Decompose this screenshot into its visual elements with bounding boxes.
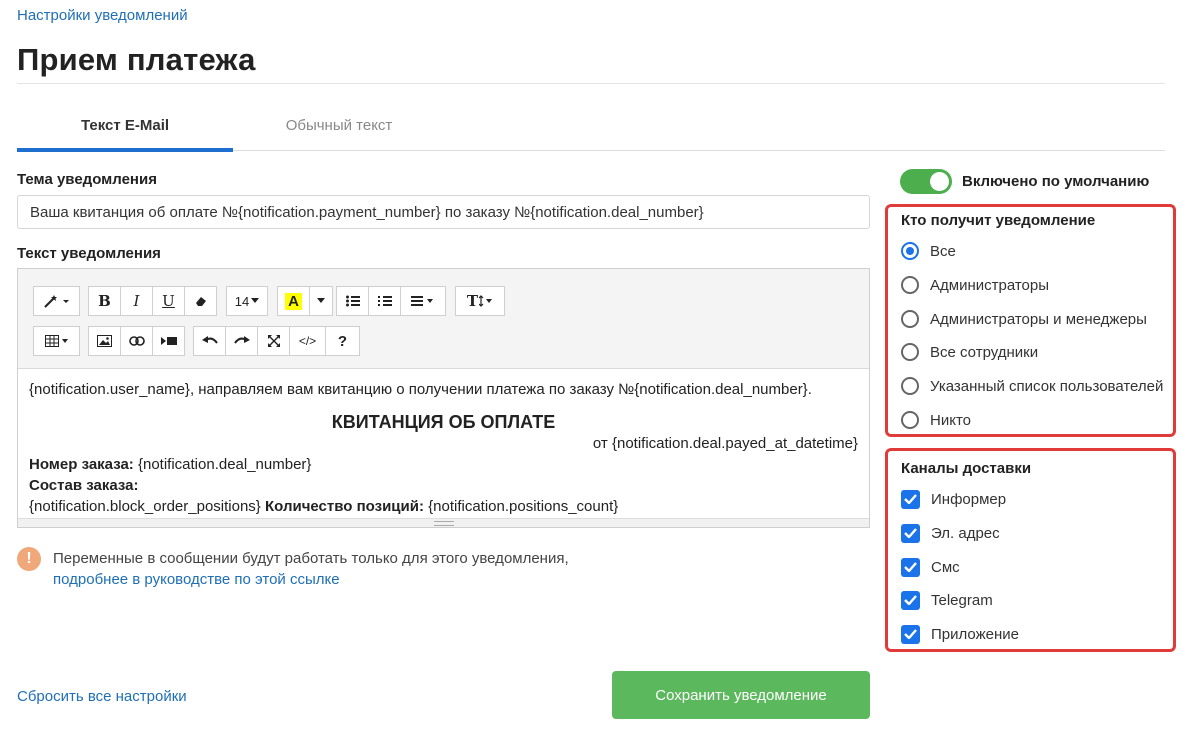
content-order-number: Номер заказа: {notification.deal_number}: [29, 454, 858, 475]
content-positions: {notification.block_order_positions} Кол…: [29, 496, 858, 517]
recipient-option-label: Администраторы: [930, 276, 1050, 294]
recipient-option-label: Никто: [930, 411, 971, 429]
channel-option-label: Приложение: [931, 625, 1019, 643]
text-height-icon[interactable]: T: [455, 286, 505, 316]
toggle-knob: [930, 172, 949, 191]
recipient-option-admins-managers[interactable]: Администраторы и менеджеры: [901, 308, 1147, 330]
underline-icon[interactable]: U: [152, 286, 185, 316]
highlight-letter: A: [285, 292, 302, 310]
channel-option-email[interactable]: Эл. адрес: [901, 522, 1000, 544]
editor-content[interactable]: {notification.user_name}, направляем вам…: [18, 369, 869, 520]
channel-option-informer[interactable]: Информер: [901, 488, 1006, 510]
enabled-by-default-toggle[interactable]: [900, 169, 952, 194]
tab-email-text[interactable]: Текст E-Mail: [17, 112, 233, 152]
tab-plain-text[interactable]: Обычный текст: [233, 112, 445, 148]
highlight-color-icon[interactable]: A: [277, 286, 310, 316]
radio-checked-icon[interactable]: [901, 242, 919, 260]
positions-count-label: Количество позиций:: [265, 498, 424, 515]
positions-count-value: {notification.positions_count}: [428, 498, 619, 515]
order-number-value: {notification.deal_number}: [137, 456, 312, 473]
text-height-letter: T: [466, 292, 479, 310]
guide-link[interactable]: подробнее в руководстве по этой ссылке: [53, 571, 340, 588]
channel-option-telegram[interactable]: Telegram: [901, 589, 993, 611]
undo-icon[interactable]: [193, 326, 226, 356]
table-icon[interactable]: [33, 326, 80, 356]
toggle-label: Включено по умолчанию: [962, 173, 1150, 190]
picture-icon[interactable]: [88, 326, 121, 356]
recipient-option-nobody[interactable]: Никто: [901, 409, 971, 431]
checkbox-checked-icon[interactable]: [901, 624, 920, 644]
font-size-select[interactable]: 14: [226, 286, 268, 316]
link-icon[interactable]: [120, 326, 153, 356]
channel-option-label: Telegram: [931, 591, 993, 609]
eraser-icon[interactable]: [184, 286, 217, 316]
checkbox-checked-icon[interactable]: [901, 557, 920, 577]
magic-wand-icon[interactable]: [33, 286, 80, 316]
recipient-option-all-employees[interactable]: Все сотрудники: [901, 341, 1038, 363]
content-date: от {notification.deal.payed_at_datetime}: [592, 435, 858, 452]
bold-icon[interactable]: B: [88, 286, 121, 316]
radio-icon[interactable]: [901, 310, 919, 328]
breadcrumb[interactable]: Настройки уведомлений: [17, 7, 188, 24]
recipient-option-label: Администраторы и менеджеры: [930, 310, 1147, 328]
align-icon[interactable]: [400, 286, 446, 316]
content-order-contents: Состав заказа:: [29, 475, 858, 496]
checkbox-checked-icon[interactable]: [901, 523, 920, 543]
order-contents-label: Состав заказа:: [29, 477, 139, 494]
editor-resize-handle[interactable]: [18, 518, 869, 527]
save-notification-button[interactable]: Сохранить уведомление: [612, 671, 870, 719]
page-title: Прием платежа: [17, 42, 256, 77]
reset-settings-link[interactable]: Сбросить все настройки: [17, 688, 187, 705]
checkbox-checked-icon[interactable]: [901, 590, 920, 610]
channel-option-label: Смс: [931, 558, 960, 576]
font-size-value: 14: [234, 293, 250, 309]
content-heading: КВИТАНЦИЯ ОБ ОПЛАТЕ: [331, 412, 556, 432]
body-label: Текст уведомления: [17, 245, 161, 262]
radio-icon[interactable]: [901, 411, 919, 429]
italic-icon[interactable]: I: [120, 286, 153, 316]
channel-option-label: Эл. адрес: [931, 524, 1000, 542]
warning-icon: !: [17, 547, 41, 571]
channel-option-label: Информер: [931, 490, 1007, 508]
channels-title: Каналы доставки: [901, 460, 1032, 477]
radio-icon[interactable]: [901, 343, 919, 361]
checkbox-checked-icon[interactable]: [901, 489, 920, 509]
recipient-option-all[interactable]: Все: [901, 240, 956, 262]
channel-option-sms[interactable]: Смс: [901, 556, 960, 578]
dropdown-arrow-icon[interactable]: [309, 286, 333, 316]
subject-label: Тема уведомления: [17, 171, 157, 188]
positions-block: {notification.block_order_positions}: [29, 498, 261, 515]
tabs-bar: Текст E-Mail Обычный текст: [17, 112, 1165, 152]
editor-toolbar: B I U 14 A T </> ?: [18, 269, 869, 369]
resize-grip-icon: [434, 521, 454, 526]
channels-box: Каналы доставки Информер Эл. адрес Смс T…: [885, 448, 1176, 652]
subject-input[interactable]: [17, 195, 870, 229]
channel-option-app[interactable]: Приложение: [901, 623, 1019, 645]
order-number-label: Номер заказа:: [29, 456, 134, 473]
help-icon[interactable]: ?: [325, 326, 360, 356]
numbered-list-icon[interactable]: [368, 286, 401, 316]
code-view-icon[interactable]: </>: [289, 326, 326, 356]
recipients-box: Кто получит уведомление Все Администрато…: [885, 204, 1176, 437]
notice-text: Переменные в сообщении будут работать то…: [53, 550, 569, 567]
content-greeting: {notification.user_name}, направляем вам…: [29, 381, 812, 398]
rich-text-editor: B I U 14 A T </> ? {notification.user_na…: [17, 268, 870, 528]
redo-icon[interactable]: [225, 326, 258, 356]
fullscreen-icon[interactable]: [257, 326, 290, 356]
recipients-title: Кто получит уведомление: [901, 212, 1096, 229]
recipient-option-user-list[interactable]: Указанный список пользователей: [901, 375, 1163, 397]
recipient-option-admins[interactable]: Администраторы: [901, 274, 1049, 296]
radio-icon[interactable]: [901, 377, 919, 395]
video-icon[interactable]: [152, 326, 185, 356]
recipient-option-label: Все сотрудники: [930, 343, 1039, 361]
title-divider: [17, 83, 1165, 84]
radio-icon[interactable]: [901, 276, 919, 294]
recipient-option-label: Все: [930, 242, 956, 260]
recipient-option-label: Указанный список пользователей: [930, 377, 1164, 395]
bullet-list-icon[interactable]: [336, 286, 369, 316]
